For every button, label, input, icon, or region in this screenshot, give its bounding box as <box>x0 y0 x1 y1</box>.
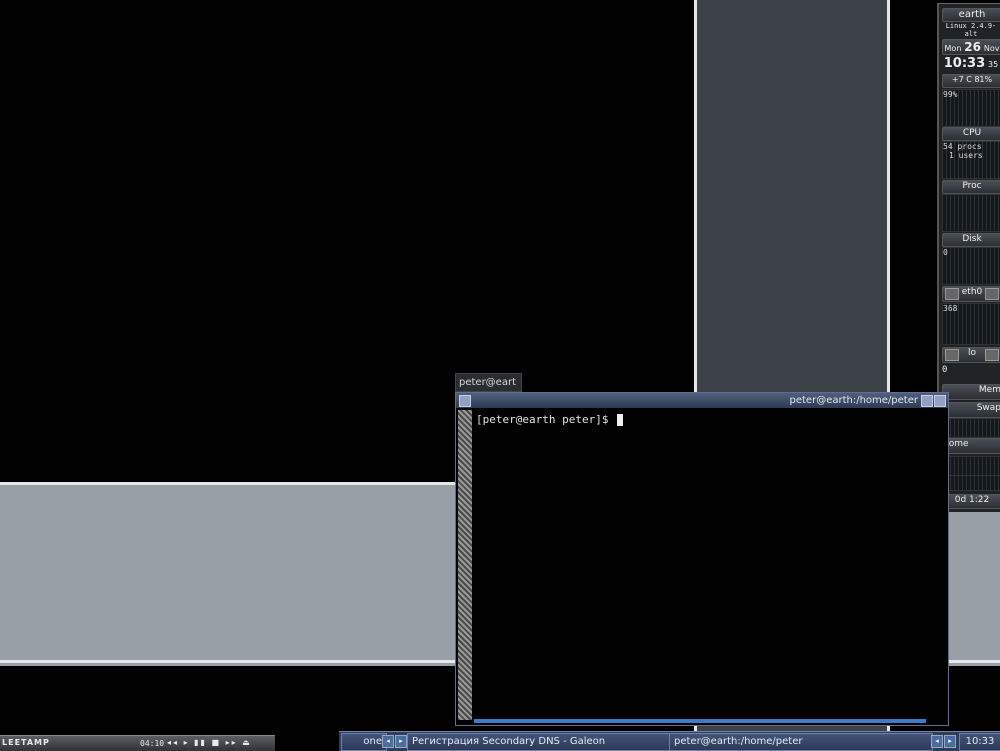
gk-cpu-percent: 99% <box>943 90 958 99</box>
terminal-bottom-bar <box>474 719 926 723</box>
gk-proc-label: Proc <box>942 180 1000 194</box>
desktop-next-icon[interactable]: ▸ <box>395 735 407 748</box>
gk-fs-label[interactable]: home <box>942 438 1000 454</box>
tasks-next-icon[interactable]: ▸ <box>944 735 956 748</box>
gk-lo-button-left[interactable] <box>945 349 959 361</box>
taskbar-clock: 10:33 <box>959 733 1000 751</box>
taskbar-item-terminal[interactable]: peter@earth:/home/peter <box>669 733 933 751</box>
gk-eth0-name: eth0 <box>961 287 983 297</box>
terminal-titlebar[interactable]: peter@earth:/home/peter <box>456 393 948 408</box>
gk-hostname: earth <box>942 8 1000 22</box>
taskbar-item-galeon[interactable]: Регистрация Secondary DNS - Galeon <box>407 733 671 751</box>
gk-disk-value: 0 <box>943 248 948 257</box>
gk-eth0-value: 368 <box>943 304 958 313</box>
gk-clock-time: 10:33 <box>943 56 986 71</box>
gk-lo-button-right[interactable] <box>985 349 999 361</box>
desktop-switcher[interactable]: one <box>341 733 387 751</box>
terminal-window-title: peter@earth:/home/peter <box>789 395 918 406</box>
gk-date: Mon 26 Nov <box>942 39 1000 55</box>
desktop-prev-icon[interactable]: ◂ <box>382 735 394 748</box>
gk-clock: 10:33 35 <box>942 56 1000 72</box>
gk-eth0-chart: 0 <box>942 247 1000 285</box>
gk-clock-seconds: 35 <box>988 60 999 69</box>
gk-system: Linux 2.4.9-alt <box>945 22 997 38</box>
gk-swap-label: Swap <box>942 402 1000 418</box>
gk-cpu-chart: 99% <box>942 89 1000 127</box>
gk-lo-value: 0 <box>942 365 948 375</box>
minimize-icon[interactable] <box>921 395 933 407</box>
gk-users: 1 users <box>949 151 983 160</box>
terminal-prompt: [peter@earth peter]$ <box>476 413 609 426</box>
gk-disk-chart <box>942 194 1000 232</box>
terminal-scrollbar[interactable] <box>458 410 472 720</box>
terminal-tab-title[interactable]: peter@eart <box>455 373 522 392</box>
gk-eth0-label: eth0 <box>942 286 1000 302</box>
gk-weekday: Mon <box>944 44 962 53</box>
gk-swap-meter <box>942 418 1000 438</box>
gk-sensors: +7 C 81% <box>942 74 1000 88</box>
gk-uptime: 0d 1:22 <box>942 494 1000 509</box>
gk-cpu-label: CPU <box>942 127 1000 141</box>
gk-month: Nov <box>983 44 1000 53</box>
xmms-player[interactable]: LEETAMP 04:10 ◂◂ ▸ ▮▮ ■ ▸▸ ⏏ <box>0 735 275 751</box>
gk-procs: 54 procs <box>943 142 982 151</box>
gk-eth0-button-left[interactable] <box>945 288 959 300</box>
gk-eth0-button-right[interactable] <box>985 288 999 300</box>
maximize-icon[interactable] <box>934 395 946 407</box>
gk-mem-label: Mem <box>942 384 1000 400</box>
window-menu-icon[interactable] <box>459 395 471 407</box>
gk-fs2-meter <box>942 475 1000 491</box>
terminal-cursor <box>617 414 624 426</box>
tasks-prev-icon[interactable]: ◂ <box>931 735 943 748</box>
gk-fs-meter <box>942 456 1000 476</box>
xmms-controls[interactable]: ◂◂ ▸ ▮▮ ■ ▸▸ ⏏ <box>167 738 252 747</box>
gk-proc-chart: 54 procs 1 users <box>942 141 1000 179</box>
gk-day: 26 <box>964 40 981 54</box>
terminal-content[interactable]: [peter@earth peter]$ <box>476 413 624 426</box>
taskbar: one ◂ ▸ Регистрация Secondary DNS - Gale… <box>339 731 1000 751</box>
xmms-time: 04:10 <box>140 739 165 748</box>
gk-lo-name: lo <box>967 348 976 358</box>
xmms-logo: LEETAMP <box>2 738 50 747</box>
gk-disk-label: Disk <box>942 233 1000 247</box>
gk-lo-chart: 368 <box>942 303 1000 345</box>
gk-lo-label: lo <box>942 347 1000 363</box>
terminal-window[interactable]: peter@earth:/home/peter [peter@earth pet… <box>455 392 949 726</box>
